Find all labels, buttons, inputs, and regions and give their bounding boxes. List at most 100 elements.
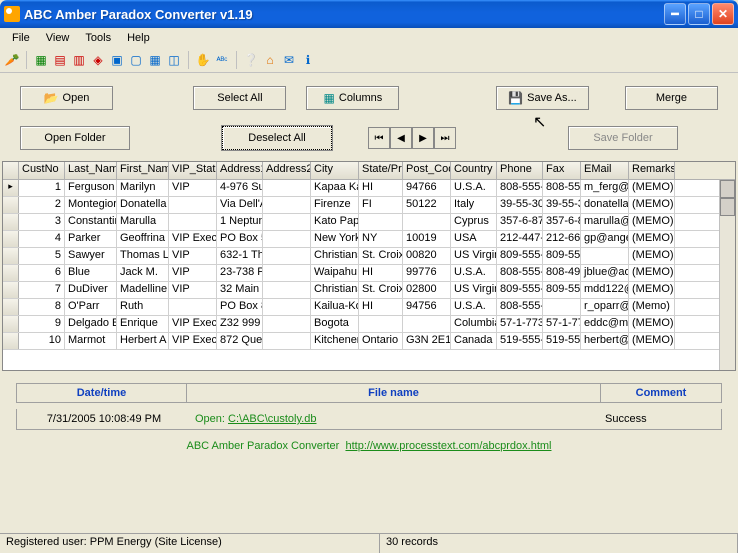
col-header[interactable]: Post_Code bbox=[403, 162, 451, 179]
row-selector[interactable] bbox=[3, 197, 19, 213]
row-selector[interactable] bbox=[3, 333, 19, 349]
table-row[interactable]: 3ConstantinMarulla1 NeptuneKato PaplCypr… bbox=[3, 214, 735, 231]
nav-prev-button[interactable]: ◀ bbox=[390, 127, 412, 149]
menu-view[interactable]: View bbox=[38, 30, 78, 46]
grid-header: CustNoLast_NameFirst_NameVIP_StatusAddre… bbox=[3, 162, 735, 180]
cell: Kato Papl bbox=[311, 214, 359, 230]
cell: 2 bbox=[19, 197, 65, 213]
col-header[interactable]: Address1 bbox=[217, 162, 263, 179]
save-folder-button[interactable]: Save Folder bbox=[568, 126, 678, 150]
select-all-button[interactable]: Select All bbox=[193, 86, 286, 110]
col-header[interactable]: Last_Name bbox=[65, 162, 117, 179]
nav-first-button[interactable]: ⏮ bbox=[368, 127, 390, 149]
row-selector[interactable] bbox=[3, 299, 19, 315]
csv-icon[interactable]: ▦ bbox=[147, 52, 163, 68]
log-header-datetime: Date/time bbox=[17, 384, 187, 402]
cell: (MEMO) bbox=[629, 231, 675, 247]
row-selector[interactable] bbox=[3, 316, 19, 332]
row-selector[interactable] bbox=[3, 248, 19, 264]
cell: VIP bbox=[169, 180, 217, 196]
footer-link-row: ABC Amber Paradox Converter http://www.p… bbox=[0, 434, 738, 462]
row-selector[interactable] bbox=[3, 231, 19, 247]
table-row[interactable]: 8O'ParrRuthPO Box 8Kailua-KoHI94756U.S.A… bbox=[3, 299, 735, 316]
table-row[interactable]: 7DuDiverMadellineVIP32 Main SChristiansS… bbox=[3, 282, 735, 299]
cell: 6 bbox=[19, 265, 65, 281]
maximize-button[interactable]: □ bbox=[688, 3, 710, 25]
cell: 212-447-6 bbox=[497, 231, 543, 247]
minimize-button[interactable]: ━ bbox=[664, 3, 686, 25]
col-header[interactable]: VIP_Status bbox=[169, 162, 217, 179]
col-header[interactable]: EMail bbox=[581, 162, 629, 179]
row-selector[interactable]: ▸ bbox=[3, 180, 19, 196]
col-header[interactable]: Phone bbox=[497, 162, 543, 179]
menu-file[interactable]: File bbox=[4, 30, 38, 46]
table-row[interactable]: 4ParkerGeoffrinaVIP ExecPO Box 5New York… bbox=[3, 231, 735, 248]
cell: Delgado E bbox=[65, 316, 117, 332]
col-header[interactable]: Country bbox=[451, 162, 497, 179]
cell: Kapaa Ka bbox=[311, 180, 359, 196]
col-header[interactable]: Fax bbox=[543, 162, 581, 179]
product-name: ABC Amber Paradox Converter bbox=[186, 440, 339, 452]
export-icon[interactable]: ▥ bbox=[71, 52, 87, 68]
excel-icon[interactable]: ▦ bbox=[33, 52, 49, 68]
home-icon[interactable]: ⌂ bbox=[262, 52, 278, 68]
carrot-icon[interactable]: 🥕 bbox=[4, 52, 20, 68]
close-button[interactable]: ✕ bbox=[712, 3, 734, 25]
save-as-button[interactable]: 💾Save As... bbox=[496, 86, 589, 110]
cell: 212-663-8 bbox=[543, 231, 581, 247]
cell: donatellar bbox=[581, 197, 629, 213]
row-selector-header[interactable] bbox=[3, 162, 19, 179]
deselect-all-button[interactable]: Deselect All bbox=[222, 126, 332, 150]
cell: Z32 999 # bbox=[217, 316, 263, 332]
col-header[interactable]: Remarks bbox=[629, 162, 675, 179]
cell: 1 bbox=[19, 180, 65, 196]
acrobat-icon[interactable]: ◈ bbox=[90, 52, 106, 68]
cell: U.S.A. bbox=[451, 265, 497, 281]
pdf-icon[interactable]: ▤ bbox=[52, 52, 68, 68]
mail-icon[interactable]: ✉ bbox=[281, 52, 297, 68]
cell: 94766 bbox=[403, 180, 451, 196]
row-selector[interactable] bbox=[3, 265, 19, 281]
row-selector[interactable] bbox=[3, 282, 19, 298]
cell: eddc@mc bbox=[581, 316, 629, 332]
row-selector[interactable] bbox=[3, 214, 19, 230]
nav-last-button[interactable]: ⏭ bbox=[434, 127, 456, 149]
col-header[interactable]: CustNo bbox=[19, 162, 65, 179]
log-file-link[interactable]: C:\ABC\custoly.db bbox=[228, 413, 316, 425]
abc-icon[interactable]: ᴬᴮᶜ bbox=[214, 52, 230, 68]
product-url[interactable]: http://www.processtext.com/abcprdox.html bbox=[345, 440, 551, 452]
vertical-scrollbar[interactable] bbox=[719, 180, 735, 370]
col-header[interactable]: Address2 bbox=[263, 162, 311, 179]
cell bbox=[359, 214, 403, 230]
col-header[interactable]: State/Prov bbox=[359, 162, 403, 179]
table-row[interactable]: ▸1FergusonMarilynVIP4-976 SugKapaa KaHI9… bbox=[3, 180, 735, 197]
cell: Donatella bbox=[117, 197, 169, 213]
nav-next-button[interactable]: ▶ bbox=[412, 127, 434, 149]
col-header[interactable]: City bbox=[311, 162, 359, 179]
status-records: 30 records bbox=[380, 534, 738, 553]
cell: 357-6-876 bbox=[497, 214, 543, 230]
info-icon[interactable]: ℹ bbox=[300, 52, 316, 68]
col-header[interactable]: First_Name bbox=[117, 162, 169, 179]
cell: Jack M. bbox=[117, 265, 169, 281]
html-icon[interactable]: ▣ bbox=[109, 52, 125, 68]
cell bbox=[263, 197, 311, 213]
help-icon[interactable]: ❔ bbox=[243, 52, 259, 68]
table-row[interactable]: 2MontegiorDonatellaVia Dell'AFirenzeFI50… bbox=[3, 197, 735, 214]
menu-help[interactable]: Help bbox=[119, 30, 158, 46]
table-row[interactable]: 5SawyerThomas LVIP632-1 ThisChristiansSt… bbox=[3, 248, 735, 265]
log-datetime: 7/31/2005 10:08:49 PM bbox=[19, 413, 189, 425]
hand-icon[interactable]: ✋ bbox=[195, 52, 211, 68]
nav-group: ⏮ ◀ ▶ ⏭ bbox=[368, 127, 456, 149]
open-button[interactable]: 📂Open bbox=[20, 86, 113, 110]
cell: Constantin bbox=[65, 214, 117, 230]
merge-button[interactable]: Merge bbox=[625, 86, 718, 110]
columns-button[interactable]: ▦Columns bbox=[306, 86, 399, 110]
open-folder-button[interactable]: Open Folder bbox=[20, 126, 130, 150]
table-row[interactable]: 10MarmotHerbert AVIP Exec872 QueeKitchen… bbox=[3, 333, 735, 350]
table-row[interactable]: 6BlueJack M.VIP23-738 PaWaipahuHI99776U.… bbox=[3, 265, 735, 282]
table-row[interactable]: 9Delgado EEnriqueVIP ExecZ32 999 #Bogota… bbox=[3, 316, 735, 333]
rtf-icon[interactable]: ▢ bbox=[128, 52, 144, 68]
menu-tools[interactable]: Tools bbox=[77, 30, 119, 46]
word-icon[interactable]: ◫ bbox=[166, 52, 182, 68]
